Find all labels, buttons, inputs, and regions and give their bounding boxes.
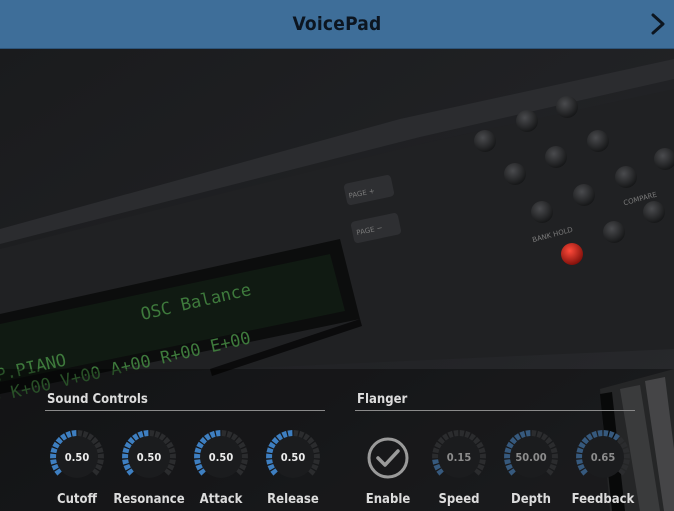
- knob-value: 0.50: [64, 450, 90, 464]
- flanger-header: Flanger: [357, 392, 408, 407]
- flanger-divider: [355, 410, 635, 411]
- knob-value: 0.50: [280, 450, 306, 464]
- release-knob[interactable]: 0.50: [260, 424, 326, 490]
- resonance-knob[interactable]: 0.50: [116, 424, 182, 490]
- feedback-label: Feedback: [571, 492, 635, 507]
- app-title: VoicePad: [292, 13, 382, 35]
- flanger-enable-toggle[interactable]: [366, 436, 410, 480]
- top-bar: VoicePad: [0, 0, 674, 49]
- sound-controls-divider: [45, 410, 325, 411]
- checkmark-circle-icon: [367, 437, 409, 479]
- knob-value: 0.50: [136, 450, 162, 464]
- knob-value: 50.00: [515, 450, 547, 464]
- chevron-right-icon: [651, 13, 665, 35]
- feedback-knob[interactable]: 0.65: [570, 424, 636, 490]
- knob-value: 0.50: [208, 450, 234, 464]
- speed-knob[interactable]: 0.15: [426, 424, 492, 490]
- next-button[interactable]: [646, 8, 670, 40]
- knob-value: 0.15: [446, 450, 472, 464]
- cutoff-knob[interactable]: 0.50: [44, 424, 110, 490]
- depth-knob[interactable]: 50.00: [498, 424, 564, 490]
- release-label: Release: [267, 492, 319, 507]
- knob-value: 0.65: [590, 450, 616, 464]
- sound-controls-header: Sound Controls: [47, 392, 148, 407]
- attack-knob[interactable]: 0.50: [188, 424, 254, 490]
